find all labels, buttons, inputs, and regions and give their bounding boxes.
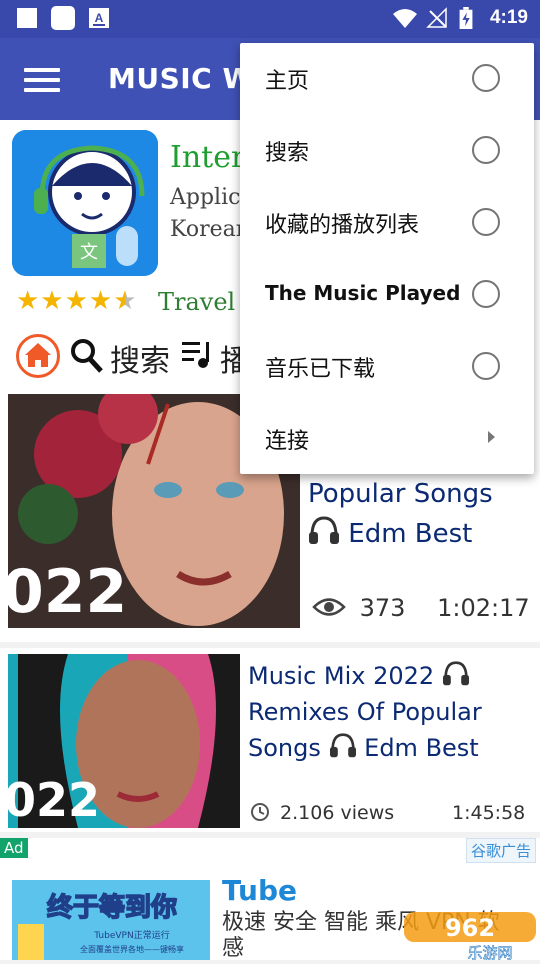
ad-title[interactable]: Tube: [222, 874, 297, 907]
thumbnail-text: 022: [8, 773, 100, 827]
eye-icon: [312, 598, 346, 616]
search-icon[interactable]: [70, 338, 104, 374]
menu-item-downloaded[interactable]: 音乐已下载: [240, 331, 534, 403]
wifi-icon: [393, 9, 417, 28]
clock-icon: [251, 803, 269, 821]
headphones-icon: [309, 516, 339, 544]
video-views: 2.106 views: [250, 802, 394, 824]
battery-charging-icon: [459, 7, 473, 29]
ad-category: Travel: [158, 288, 236, 316]
svg-text:乐游网: 乐游网: [467, 944, 512, 960]
no-signal-icon: [426, 7, 447, 28]
menu-item-label: 连接: [265, 429, 310, 454]
svg-text:962: 962: [445, 914, 495, 942]
menu-item-label: The Music Played: [265, 281, 461, 305]
radio-button[interactable]: [472, 136, 500, 164]
menu-item-home[interactable]: 主页: [240, 43, 534, 115]
video-title[interactable]: Popular Songs Edm Best: [308, 474, 536, 554]
menu-item-label: 主页: [265, 69, 310, 94]
headphones-icon: [442, 661, 469, 686]
menu-item-label: 搜索: [265, 141, 310, 166]
headphones-icon: [329, 733, 356, 758]
home-icon[interactable]: [16, 334, 60, 378]
rounded-square-icon: [51, 6, 75, 30]
svg-text:终于等到你: 终于等到你: [47, 892, 177, 923]
video-title-line: Edm Best: [308, 514, 536, 554]
video-title-line: Songs Edm Best: [248, 733, 479, 762]
status-bar: A 4:19: [0, 0, 540, 38]
interpreter-app-icon[interactable]: 文: [12, 130, 158, 276]
menu-item-search[interactable]: 搜索: [240, 115, 534, 187]
font-icon: A: [89, 8, 109, 28]
ad-label: Ad: [0, 838, 28, 858]
radio-button[interactable]: [472, 280, 500, 308]
ad-provider[interactable]: 谷歌广告: [465, 838, 536, 863]
video-title-line: Remixes Of Popular: [248, 698, 482, 726]
view-count: 2.106 views: [280, 802, 395, 824]
site-watermark: 962 乐游网: [400, 908, 540, 962]
video-meta: 373 1:02:17: [312, 594, 530, 622]
video-duration: 1:02:17: [437, 594, 530, 622]
radio-button[interactable]: [472, 208, 500, 236]
radio-button[interactable]: [472, 64, 500, 92]
hamburger-icon[interactable]: [24, 68, 60, 92]
view-count: 373: [359, 594, 406, 622]
video-title[interactable]: Music Mix 2022 Remixes Of Popular Songs …: [248, 658, 538, 766]
square-icon: [17, 8, 37, 28]
menu-item-favorite-playlists[interactable]: 收藏的播放列表: [240, 187, 534, 259]
menu-item-music-played[interactable]: The Music Played: [240, 259, 534, 331]
video-title-line: Popular Songs: [308, 479, 493, 509]
svg-text:文: 文: [80, 242, 98, 263]
menu-item-connect[interactable]: 连接: [240, 403, 534, 475]
rating-stars: ★★★★★: [16, 286, 138, 316]
nav-search-label[interactable]: 搜索: [110, 336, 170, 380]
thumbnail-text: 022: [8, 557, 127, 627]
menu-item-label: 收藏的播放列表: [265, 213, 420, 238]
status-time: 4:19: [489, 7, 528, 28]
svg-text:A: A: [95, 11, 104, 25]
svg-text:TubeVPN正常运行: TubeVPN正常运行: [93, 929, 169, 941]
ad-image[interactable]: 终于等到你 TubeVPN正常运行 全面覆盖世界各地——键畅享: [12, 880, 210, 960]
video-duration: 1:45:58: [452, 802, 526, 824]
video-card[interactable]: 022 Music Mix 2022 Remixes Of Popular So…: [0, 648, 540, 832]
radio-button[interactable]: [472, 352, 500, 380]
menu-item-label: 音乐已下载: [265, 357, 376, 382]
video-thumbnail[interactable]: 022: [8, 654, 240, 828]
playlist-icon[interactable]: [182, 340, 216, 370]
submenu-arrow-icon: [488, 431, 495, 443]
svg-text:全面覆盖世界各地——键畅享: 全面覆盖世界各地——键畅享: [80, 944, 184, 954]
overflow-menu: 主页 搜索 收藏的播放列表 The Music Played 音乐已下载 连接: [240, 43, 534, 474]
video-title-line: Music Mix 2022: [248, 658, 538, 694]
